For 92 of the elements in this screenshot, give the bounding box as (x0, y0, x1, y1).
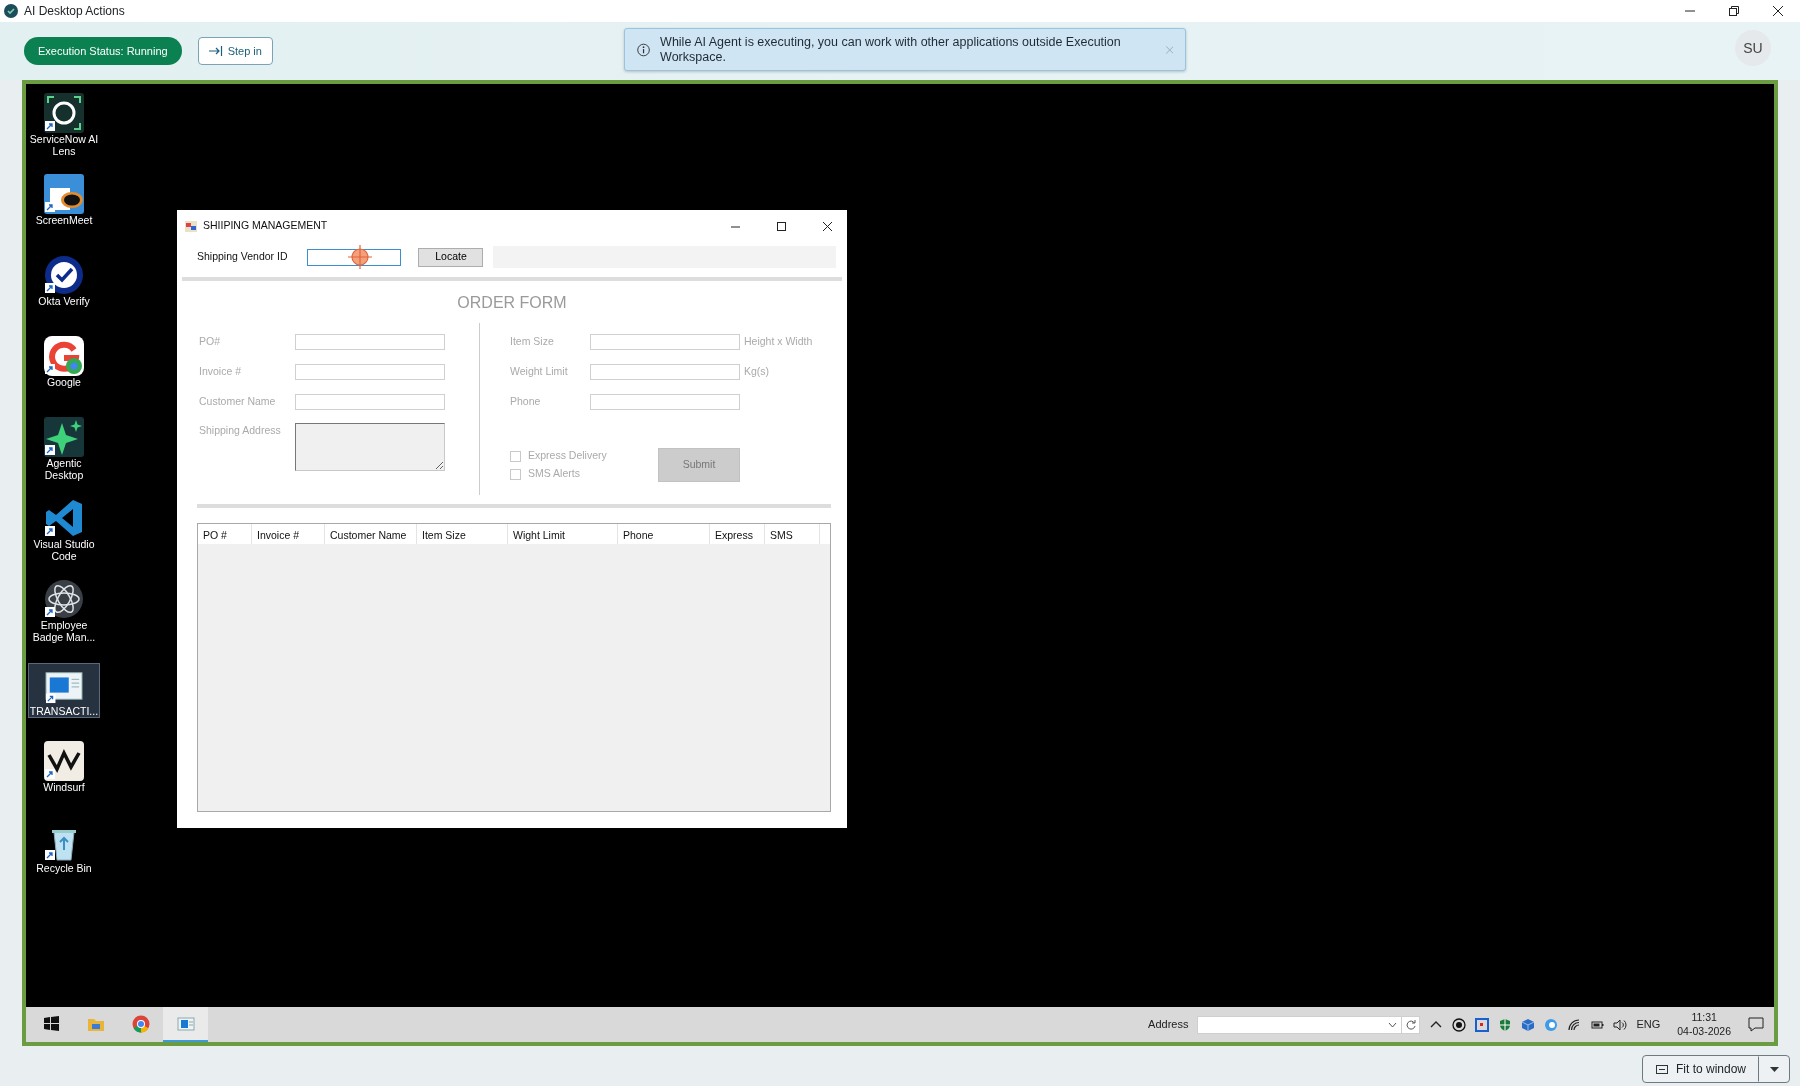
column-header[interactable]: PO # (198, 524, 252, 544)
step-in-icon (208, 46, 223, 56)
input-field[interactable] (590, 334, 740, 350)
desktop-icon-label: Recycle Bin (36, 862, 92, 875)
column-header[interactable]: Phone (618, 524, 710, 544)
execution-status-button[interactable]: Execution Status: Running (24, 36, 182, 66)
cube-icon[interactable] (1521, 1017, 1536, 1032)
desktop-icon-label: Okta Verify (38, 295, 90, 308)
desktop-icon[interactable]: ScreenMeet (28, 171, 100, 252)
desktop-icon-label: Employee Badge Man... (31, 619, 97, 644)
locate-button[interactable]: Locate (418, 247, 484, 267)
app-window-icon (176, 1014, 195, 1033)
desktop-icon-label: Agentic Desktop (43, 457, 85, 482)
desktop-icon-label: Google (47, 376, 81, 389)
column-header[interactable]: Wight Limit (508, 524, 618, 544)
record-icon[interactable] (1452, 1017, 1467, 1032)
clock-date: 04-03-2026 (1677, 1024, 1731, 1038)
checkbox-label: SMS Alerts (528, 466, 581, 482)
column-header[interactable]: Item Size (417, 524, 508, 544)
field-label: Shipping Address (199, 423, 282, 438)
fit-window-icon (1655, 1064, 1668, 1074)
input-field[interactable] (295, 394, 445, 410)
desktop-icon[interactable]: Google (28, 333, 100, 414)
field-label: Invoice # (199, 364, 243, 380)
desktop-icon[interactable]: Visual Studio Code (28, 495, 100, 576)
close-icon[interactable] (821, 220, 833, 232)
window-title: SHIIPING MANAGEMENT (203, 218, 329, 234)
address-field[interactable] (295, 423, 445, 471)
refresh-icon (1405, 1019, 1416, 1030)
desktop-icon[interactable]: Recycle Bin (28, 819, 100, 900)
app-icon (185, 220, 197, 232)
app-icon (44, 417, 84, 457)
desktop-icon-label: TRANSACTI... (29, 704, 99, 717)
app-icon (44, 255, 84, 295)
desktop-icon-label: ScreenMeet (35, 214, 93, 227)
desktop-icon[interactable]: Employee Badge Man... (28, 576, 100, 657)
app-icon (44, 174, 84, 214)
field-label: Shipping Vendor ID (197, 249, 288, 265)
start-icon (41, 1014, 60, 1033)
column-header[interactable]: Invoice # (252, 524, 325, 544)
restore-icon[interactable] (1729, 6, 1739, 16)
column-header[interactable]: Customer Name (325, 524, 417, 544)
column-header[interactable]: Express (710, 524, 765, 544)
app-logo-icon (4, 4, 18, 18)
app-icon (44, 498, 84, 538)
user-avatar[interactable]: SU (1735, 30, 1771, 66)
unit-label: Height x Width (744, 334, 813, 350)
refresh-button[interactable] (1402, 1015, 1421, 1034)
field-label: Phone (510, 394, 542, 410)
close-icon[interactable] (1773, 6, 1783, 16)
input-field[interactable] (295, 364, 445, 380)
window-title: AI Desktop Actions (24, 3, 126, 20)
app-icon (44, 741, 84, 781)
field-label: PO# (199, 334, 221, 350)
shield-icon[interactable] (1498, 1017, 1513, 1032)
desktop-icon[interactable]: TRANSACTI... (28, 663, 100, 718)
step-in-button[interactable]: Step in (197, 36, 273, 66)
unit-label: Kg(s) (744, 364, 770, 380)
desktop-icon[interactable]: Windsurf (28, 738, 100, 819)
input-field[interactable] (590, 394, 740, 410)
input-field[interactable] (295, 334, 445, 350)
desktop-icon[interactable]: Okta Verify (28, 252, 100, 333)
address-label: Address (1148, 1017, 1189, 1033)
desktop-icon[interactable]: Agentic Desktop (28, 414, 100, 495)
language-indicator[interactable]: ENG (1636, 1016, 1661, 1033)
dropdown-caret-icon (1388, 1021, 1398, 1028)
info-icon (637, 42, 651, 57)
volume-icon[interactable] (1613, 1017, 1628, 1032)
square-app-icon[interactable] (1475, 1017, 1490, 1032)
notification-icon[interactable] (1748, 1017, 1764, 1032)
crosshair-icon (347, 244, 373, 270)
desktop-icon-label: Windsurf (43, 781, 85, 794)
circle-app-icon[interactable] (1544, 1017, 1559, 1032)
chrome-icon (131, 1014, 150, 1033)
app-icon (44, 93, 84, 133)
clock-time: 11:31 (1691, 1011, 1717, 1025)
wifi-icon[interactable] (1567, 1017, 1582, 1032)
field-label: Weight Limit (510, 364, 569, 380)
desktop-icon[interactable]: ServiceNow AI Lens (28, 90, 100, 171)
maximize-icon[interactable] (775, 220, 787, 232)
checkbox-label: Express Delivery (528, 448, 608, 464)
desktop-icon-label: ServiceNow AI Lens (28, 133, 100, 158)
field-label: Item Size (510, 334, 555, 350)
field-label: Customer Name (199, 394, 277, 410)
input-field[interactable] (590, 364, 740, 380)
dropdown-caret-icon (1769, 1066, 1779, 1072)
form-title: ORDER FORM (456, 293, 568, 313)
desktop-icon-label: Visual Studio Code (32, 538, 96, 563)
app-icon (44, 336, 84, 376)
app-icon (44, 579, 84, 619)
toast-message: While AI Agent is executing, you can work with other applications outside Execution Workspace. (660, 35, 1122, 64)
column-header[interactable]: SMS (765, 524, 820, 544)
